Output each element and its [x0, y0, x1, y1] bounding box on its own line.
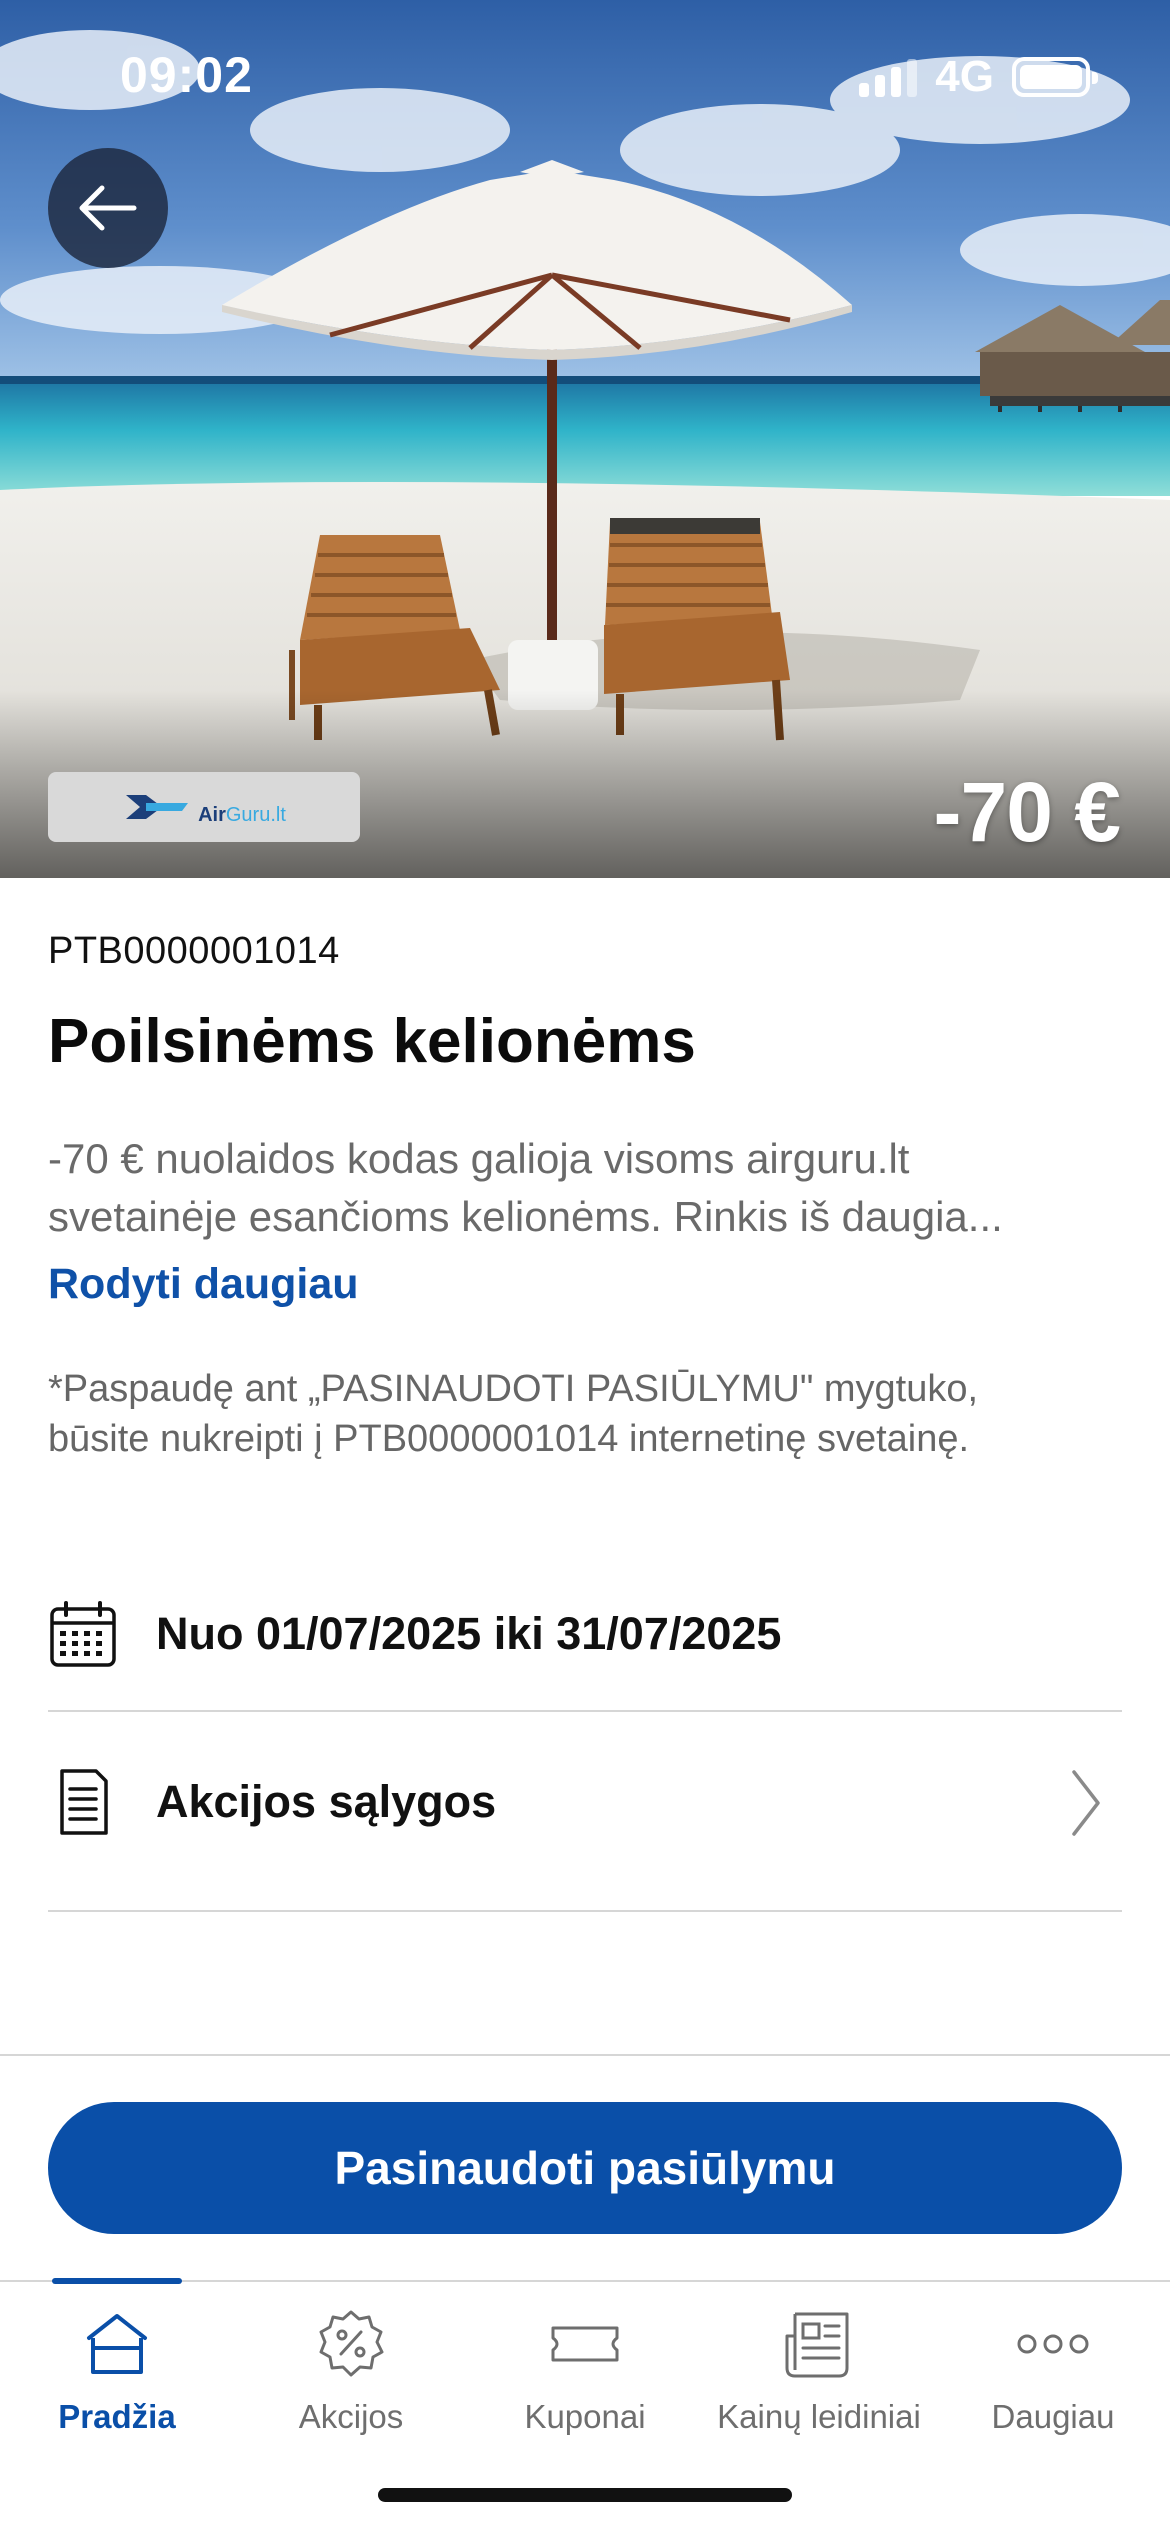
terms-label: Akcijos sąlygos	[156, 1776, 497, 1827]
more-dots-icon	[1015, 2304, 1091, 2384]
tab-label: Akcijos	[298, 2398, 404, 2435]
tab-label: Daugiau	[991, 2398, 1115, 2435]
tab-promotions[interactable]: Akcijos	[234, 2282, 468, 2452]
validity-dates-row: Nuo 01/07/2025 iki 31/07/2025	[48, 1572, 1122, 1696]
home-icon	[81, 2304, 153, 2384]
partner-logo-text: AirGuru.lt	[198, 803, 286, 826]
home-indicator	[378, 2488, 792, 2502]
percent-badge-icon	[315, 2304, 387, 2384]
active-tab-indicator	[52, 2278, 182, 2284]
show-more-link[interactable]: Rodyti daugiau	[48, 1260, 359, 1309]
disclaimer-line: *Paspaudę ant „PASINAUDOTI PASIŪLYMU" my…	[48, 1368, 979, 1410]
partner-logo: AirGuru.lt	[48, 772, 360, 842]
battery-icon	[1012, 57, 1098, 97]
discount-amount: -70 €	[933, 765, 1121, 859]
ticket-icon	[547, 2304, 623, 2384]
back-button[interactable]	[48, 148, 168, 268]
status-bar: 09:02 4G	[0, 0, 1170, 150]
status-time: 09:02	[120, 47, 253, 103]
divider	[0, 2054, 1170, 2056]
tab-leaflets[interactable]: Kainų leidiniai	[702, 2282, 936, 2452]
offer-description: -70 € nuolaidos kodas galioja visoms air…	[48, 1130, 1122, 1246]
offer-disclaimer: *Paspaudę ant „PASINAUDOTI PASIŪLYMU" my…	[48, 1364, 1122, 1464]
chevron-right-icon	[1072, 1770, 1100, 1836]
arrow-left-icon	[79, 185, 137, 231]
divider	[48, 1910, 1122, 1912]
tab-label: Pradžia	[58, 2398, 176, 2435]
offer-description-line: svetainėje esančioms kelionėms. Rinkis i…	[48, 1193, 1003, 1240]
tab-home[interactable]: Pradžia	[0, 2278, 234, 2452]
airplane-icon	[126, 795, 189, 819]
offer-description-line: -70 € nuolaidos kodas galioja visoms air…	[48, 1135, 910, 1182]
calendar-icon	[48, 1599, 118, 1669]
tab-more[interactable]: Daugiau	[936, 2282, 1170, 2452]
tab-coupons[interactable]: Kuponai	[468, 2282, 702, 2452]
tab-label: Kainų leidiniai	[717, 2398, 921, 2435]
status-indicators: 4G	[859, 52, 1098, 102]
use-offer-button[interactable]: Pasinaudoti pasiūlymu	[48, 2102, 1122, 2234]
offer-title: Poilsinėms kelionėms	[48, 1007, 696, 1076]
network-type: 4G	[935, 52, 994, 101]
offer-code: PTB0000001014	[48, 930, 340, 972]
hero-image: 09:02 4G AirGuru.lt -70 €	[0, 0, 1170, 878]
tab-label: Kuponai	[524, 2398, 646, 2435]
validity-dates: Nuo 01/07/2025 iki 31/07/2025	[156, 1608, 782, 1659]
document-icon	[48, 1767, 118, 1837]
leaflet-icon	[781, 2304, 857, 2384]
signal-strength-icon	[859, 57, 918, 97]
disclaimer-line: būsite nukreipti į PTB0000001014 interne…	[48, 1418, 970, 1460]
terms-row[interactable]: Akcijos sąlygos	[48, 1712, 1122, 1892]
